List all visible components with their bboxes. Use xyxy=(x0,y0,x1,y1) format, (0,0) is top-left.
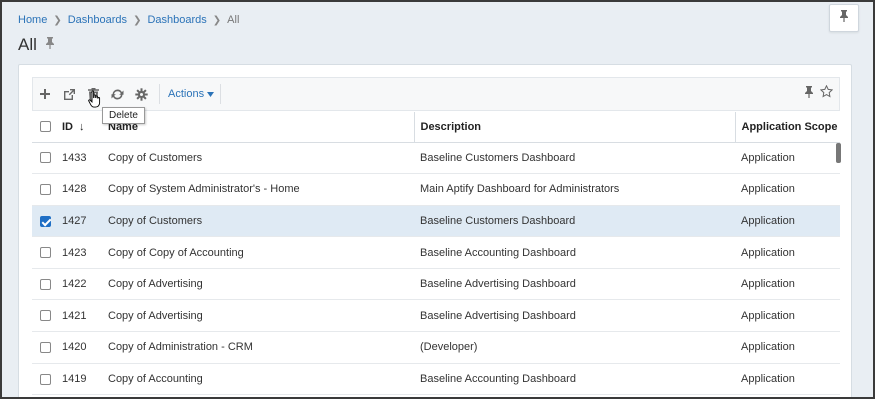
grid-toolbar: Actions xyxy=(32,77,840,111)
dashboards-table: ID ↓ Name Description Application Scope 1… xyxy=(32,112,840,396)
cell-name: Copy of System Administrator's - Home xyxy=(108,173,414,206)
actions-label: Actions xyxy=(168,88,205,100)
column-header-description[interactable]: Description xyxy=(413,112,735,143)
row-checkbox[interactable] xyxy=(40,310,51,322)
cell-scope: Application xyxy=(735,173,840,206)
cell-description: Baseline Customers Dashboard xyxy=(414,142,735,175)
cell-scope: Application xyxy=(735,236,840,269)
gear-icon[interactable] xyxy=(129,82,153,106)
actions-dropdown[interactable]: Actions xyxy=(168,88,215,100)
pin-icon[interactable] xyxy=(45,36,55,54)
table-header-row: ID ↓ Name Description Application Scope xyxy=(32,112,840,143)
row-checkbox[interactable] xyxy=(40,152,51,164)
pin-icon[interactable] xyxy=(804,85,814,103)
cell-name: Copy of Advertising xyxy=(108,299,414,333)
breadcrumb-dashboards[interactable]: Dashboards xyxy=(68,14,127,26)
breadcrumb: Home ❯ Dashboards ❯ Dashboards ❯ All xyxy=(18,14,239,26)
row-checkbox[interactable] xyxy=(40,183,51,195)
table-row[interactable]: 1428 Copy of System Administrator's - Hom… xyxy=(32,173,840,206)
cell-description: Baseline Advertising Dashboard xyxy=(414,299,735,333)
column-header-scope[interactable]: Application Scope xyxy=(734,112,840,143)
delete-tooltip: Delete xyxy=(102,107,145,124)
cell-id: 1427 xyxy=(62,205,108,238)
row-checkbox[interactable] xyxy=(40,215,51,227)
table-row[interactable]: 1422 Copy of Advertising Baseline Advertis… xyxy=(32,268,840,301)
cell-description: Baseline Accounting Dashboard xyxy=(414,236,735,269)
row-select-cell xyxy=(32,142,62,175)
table-row[interactable]: 1423 Copy of Copy of Accounting Baseline A… xyxy=(32,236,840,269)
cell-name: Copy of Customers xyxy=(108,205,414,238)
row-select-cell xyxy=(32,268,62,301)
cell-description: (Developer) xyxy=(414,331,735,364)
hand-cursor-icon xyxy=(88,90,102,113)
breadcrumb-home[interactable]: Home xyxy=(18,14,47,26)
cell-scope: Application xyxy=(735,142,840,175)
open-external-icon[interactable] xyxy=(57,82,81,106)
breadcrumb-dashboards-2[interactable]: Dashboards xyxy=(147,14,206,26)
refresh-icon[interactable] xyxy=(105,82,129,106)
row-select-cell xyxy=(32,173,62,206)
cell-scope: Application xyxy=(735,331,840,364)
pin-icon xyxy=(839,9,849,27)
row-select-cell xyxy=(32,363,62,396)
cell-id: 1433 xyxy=(62,142,108,175)
cell-description: Baseline Accounting Dashboard xyxy=(414,363,735,396)
star-icon[interactable] xyxy=(819,84,834,103)
table-row[interactable]: 1421 Copy of Advertising Baseline Advertis… xyxy=(32,299,840,333)
cell-id: 1422 xyxy=(62,268,108,301)
cell-id: 1419 xyxy=(62,363,108,396)
chevron-right-icon: ❯ xyxy=(212,14,222,26)
row-checkbox[interactable] xyxy=(40,373,51,385)
row-select-cell xyxy=(32,299,62,333)
table-row[interactable]: 1419 Copy of Accounting Baseline Accountin… xyxy=(32,363,840,396)
cell-scope: Application xyxy=(735,205,840,238)
cell-name: Copy of Advertising xyxy=(108,268,414,301)
cell-name: Copy of Administration - CRM xyxy=(108,331,414,364)
cell-scope: Application xyxy=(735,299,840,333)
row-checkbox[interactable] xyxy=(40,247,51,259)
row-select-cell xyxy=(32,331,62,364)
column-header-id-label: ID xyxy=(62,120,73,133)
vertical-scrollbar[interactable] xyxy=(836,143,841,163)
sort-down-icon: ↓ xyxy=(79,120,85,133)
table-row[interactable]: 1433 Copy of Customers Baseline Customers … xyxy=(32,142,840,175)
caret-down-icon xyxy=(207,88,215,100)
toolbar-divider xyxy=(159,84,160,104)
page-title: All xyxy=(18,35,55,55)
toolbar-divider xyxy=(220,84,222,104)
row-select-cell xyxy=(32,205,62,238)
select-all-cell xyxy=(32,112,62,143)
column-header-scope-label: Application Scope xyxy=(741,120,838,133)
row-select-cell xyxy=(32,236,62,269)
window-frame: Home ❯ Dashboards ❯ Dashboards ❯ All All xyxy=(0,0,875,399)
cell-name: Copy of Copy of Accounting xyxy=(108,236,414,269)
column-header-name[interactable]: Name xyxy=(108,112,414,143)
cell-description: Baseline Advertising Dashboard xyxy=(414,268,735,301)
row-checkbox[interactable] xyxy=(40,341,51,353)
add-icon[interactable] xyxy=(33,82,57,106)
chevron-right-icon: ❯ xyxy=(133,14,142,26)
chevron-right-icon: ❯ xyxy=(53,14,62,26)
column-header-description-label: Description xyxy=(420,120,482,133)
table-row[interactable]: 1427 Copy of Customers Baseline Customers … xyxy=(32,205,840,238)
cell-id: 1423 xyxy=(62,236,108,269)
cell-scope: Application xyxy=(735,363,840,396)
select-all-checkbox[interactable] xyxy=(40,121,51,133)
cell-id: 1421 xyxy=(62,299,108,333)
cell-name: Copy of Accounting xyxy=(108,363,414,396)
cell-name: Copy of Customers xyxy=(108,142,414,175)
table-row[interactable]: 1420 Copy of Administration - CRM (Develop… xyxy=(32,331,840,364)
cell-id: 1428 xyxy=(62,173,108,206)
breadcrumb-current: All xyxy=(227,14,240,26)
pin-page-button[interactable] xyxy=(829,4,859,32)
row-checkbox[interactable] xyxy=(40,278,51,290)
page-title-text: All xyxy=(18,35,37,54)
cell-id: 1420 xyxy=(62,331,108,364)
cell-description: Main Aptify Dashboard for Administrators xyxy=(414,173,735,206)
table-body: 1433 Copy of Customers Baseline Customers … xyxy=(32,142,840,396)
cell-description: Baseline Customers Dashboard xyxy=(414,205,735,238)
cell-scope: Application xyxy=(735,268,840,301)
